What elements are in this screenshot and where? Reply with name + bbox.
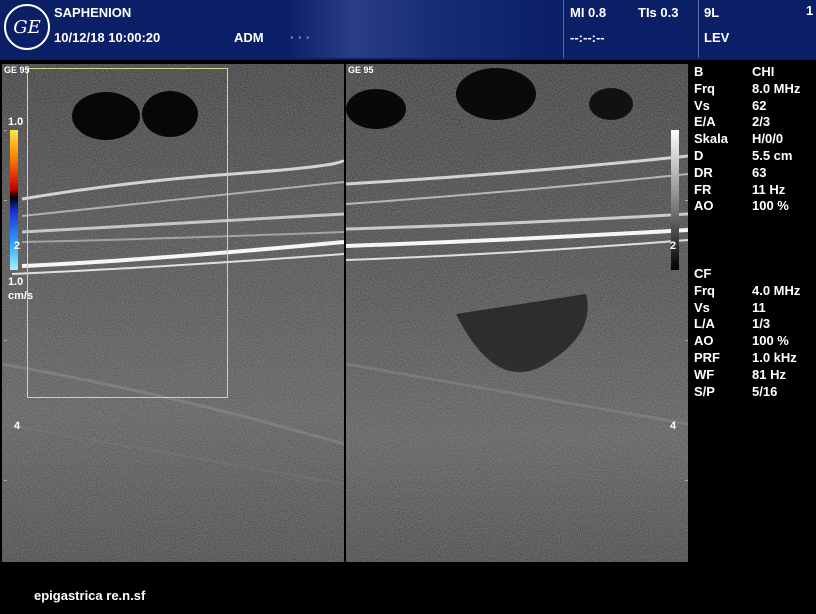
scale-top-label: 1.0 [8, 116, 24, 128]
color-flow-roi-box[interactable] [27, 68, 228, 398]
depth-tick [685, 200, 688, 201]
preset-label: LEV [704, 30, 730, 45]
scale-unit-label: cm/s [8, 290, 34, 302]
image-caption: epigastrica re.n.sf [34, 588, 146, 603]
mi-readout: MI 0.8 [570, 5, 607, 20]
depth-tick [685, 480, 688, 481]
depth-tick [4, 200, 7, 201]
depth-tick [4, 340, 7, 341]
tis-readout: TIs 0.3 [638, 5, 679, 20]
exam-datetime: 10/12/18 10:00:20 [54, 30, 161, 45]
system-name: SAPHENION [54, 5, 132, 20]
header-divider [563, 0, 564, 58]
depth-tick [4, 130, 7, 131]
scale-bottom-label: 1.0 [8, 276, 24, 288]
left-depth-label: 4 [14, 420, 21, 432]
gray-mid-label: 2 [670, 240, 677, 252]
operator-label: ADM [234, 30, 264, 45]
header-divider [698, 0, 699, 58]
right-ultrasound-image[interactable] [346, 64, 688, 562]
right-corner-label: GE 95 [348, 65, 374, 75]
ge-logo-icon: GE [4, 4, 50, 50]
left-corner-label: GE 95 [4, 65, 30, 75]
clock-readout: --:--:-- [570, 30, 605, 45]
patient-info-redacted [286, 0, 556, 58]
right-depth-label: 4 [670, 420, 677, 432]
probe-label: 9L [704, 5, 720, 20]
header-bar: GE SAPHENION 10/12/18 10:00:20 ADM · · ·… [0, 0, 816, 60]
scale-mid-label: 2 [14, 240, 21, 252]
depth-tick [685, 340, 688, 341]
patient-name: · · · [290, 30, 311, 45]
depth-tick [4, 480, 7, 481]
page-number: 1 [806, 3, 814, 18]
